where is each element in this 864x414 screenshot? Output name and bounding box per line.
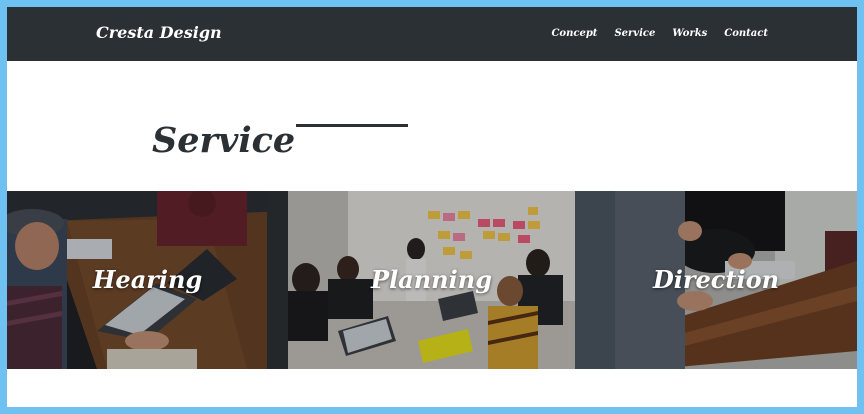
nav-concept[interactable]: Concept: [551, 28, 597, 39]
section-title: Service: [152, 120, 296, 162]
page-frame: Cresta Design Concept Service Works Cont…: [7, 7, 857, 407]
main-nav: Concept Service Works Contact: [551, 28, 768, 39]
planning-label: Planning: [371, 265, 492, 294]
service-card-direction[interactable]: Direction: [575, 191, 857, 369]
site-header: Cresta Design Concept Service Works Cont…: [7, 7, 857, 61]
nav-contact[interactable]: Contact: [724, 28, 768, 39]
nav-service[interactable]: Service: [614, 28, 655, 39]
site-logo[interactable]: Cresta Design: [96, 23, 222, 42]
service-card-planning[interactable]: Planning: [288, 191, 575, 369]
direction-label: Direction: [652, 265, 780, 294]
nav-works[interactable]: Works: [672, 28, 707, 39]
service-cards: Hearing Planning Direction: [7, 191, 857, 369]
title-underline: [296, 124, 408, 127]
service-card-hearing[interactable]: Hearing: [7, 191, 288, 369]
hearing-label: Hearing: [92, 265, 203, 294]
